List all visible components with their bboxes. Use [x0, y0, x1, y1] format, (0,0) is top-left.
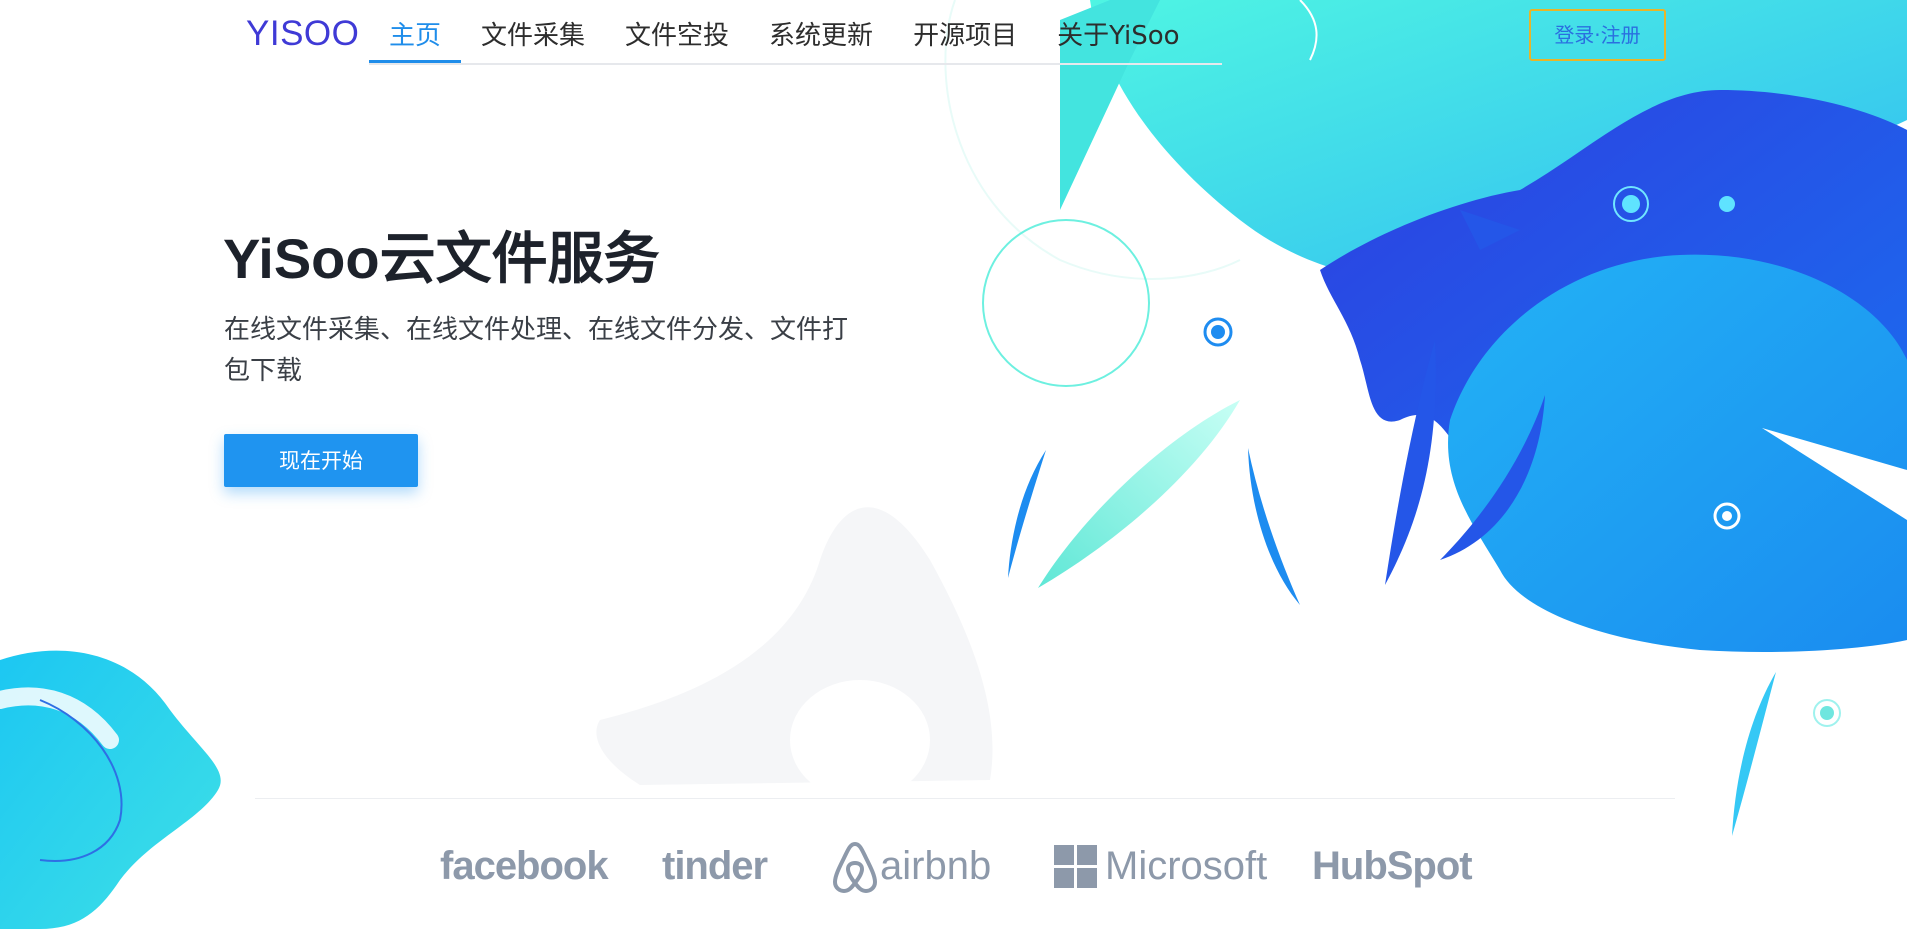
airbnb-logo-text: airbnb: [880, 843, 992, 888]
hero-subtitle: 在线文件采集、在线文件处理、在线文件分发、文件打包下载: [224, 315, 849, 386]
partner-logos: facebook tinder airbnb Microsoft HubSpot: [440, 834, 1480, 898]
hero-title: YiSoo云文件服务: [223, 227, 660, 290]
login-register-button[interactable]: 登录·注册: [1529, 9, 1666, 61]
page: YISOO 主页 文件采集 文件空投 系统更新 开源项目 关于YiSoo 登录·…: [0, 0, 1907, 929]
tinder-logo: tinder: [662, 834, 768, 898]
hubspot-logo: HubSpot: [1312, 834, 1473, 898]
facebook-logo: facebook: [440, 834, 609, 898]
microsoft-logo: Microsoft: [1054, 834, 1267, 898]
nav-item-home[interactable]: 主页: [369, 0, 462, 63]
facebook-logo-text: facebook: [440, 843, 609, 888]
tinder-logo-text: tinder: [662, 843, 768, 888]
leaf-shape: [1038, 400, 1240, 588]
nav-item-system-updates[interactable]: 系统更新: [749, 0, 893, 63]
brand-logo[interactable]: YISOO: [246, 14, 359, 54]
nav-item-file-collection[interactable]: 文件采集: [461, 0, 605, 63]
outline-circle-shape: [982, 219, 1150, 387]
nav-item-about[interactable]: 关于YiSoo: [1037, 0, 1200, 63]
main-nav: 主页 文件采集 文件空投 系统更新 开源项目 关于YiSoo: [369, 0, 1222, 65]
section-divider: [255, 798, 1675, 799]
microsoft-logo-text: Microsoft: [1105, 843, 1268, 888]
nav-item-open-source[interactable]: 开源项目: [893, 0, 1037, 63]
hubspot-logo-text: HubSpot: [1312, 843, 1473, 888]
get-started-button[interactable]: 现在开始: [224, 434, 418, 487]
microsoft-grid-icon: [1054, 844, 1097, 888]
nav-item-file-airdrop[interactable]: 文件空投: [605, 0, 749, 63]
airbnb-belo-icon: [833, 842, 877, 893]
airbnb-logo: airbnb: [830, 834, 991, 898]
